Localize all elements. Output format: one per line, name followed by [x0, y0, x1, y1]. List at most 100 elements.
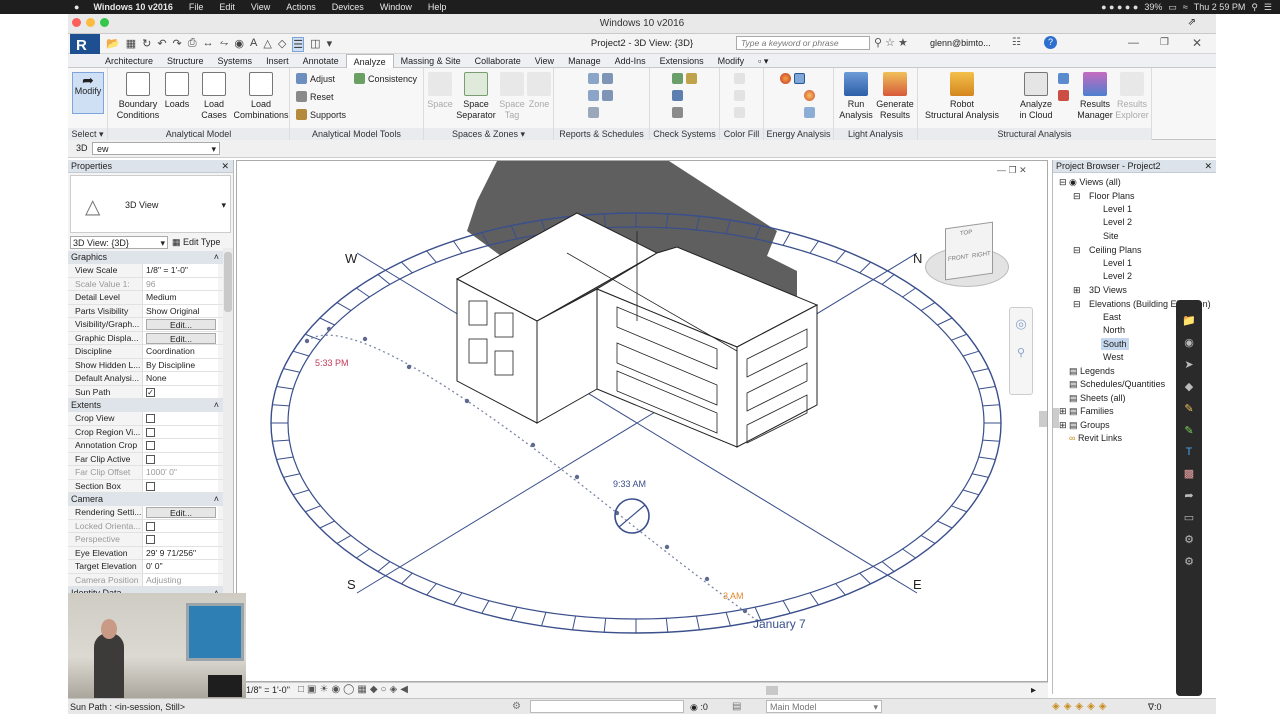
- battery-percent[interactable]: 39%: [1144, 2, 1162, 12]
- ceiling-plans-node[interactable]: Ceiling Plans: [1089, 244, 1142, 256]
- elevation-east[interactable]: East: [1103, 311, 1121, 323]
- group-graphics[interactable]: Graphics ˄: [68, 251, 233, 264]
- viewcube[interactable]: TOP FRONT RIGHT: [923, 221, 1013, 293]
- camera-tool-icon[interactable]: ◉: [1184, 336, 1194, 349]
- canvas-vertical-scroll[interactable]: [1039, 411, 1047, 427]
- wifi-icon[interactable]: ≈: [1183, 2, 1188, 12]
- arrow-tool-icon[interactable]: ➤: [1184, 358, 1193, 371]
- view-control-icons[interactable]: □▣☀◉◯▦◆○◈◀: [298, 684, 411, 695]
- restore-icon[interactable]: ❐: [1160, 37, 1169, 48]
- generate-results-button[interactable]: Generate Results: [874, 72, 916, 121]
- property-value[interactable]: None: [142, 372, 218, 385]
- menu-list-icon[interactable]: ☰: [1264, 2, 1272, 13]
- tab-systems[interactable]: Systems: [211, 54, 260, 68]
- reports-tool-1[interactable]: [588, 73, 613, 84]
- edit-type-button[interactable]: ▦ Edit Type: [172, 236, 220, 248]
- floor-plans-node[interactable]: Floor Plans: [1089, 190, 1135, 202]
- selection-filter-icons[interactable]: ◈◈◈◈◈: [1052, 701, 1110, 712]
- property-value-cell[interactable]: ✓: [142, 385, 218, 398]
- viewcube-front[interactable]: FRONT: [948, 254, 969, 263]
- schedules-node[interactable]: ▤ Schedules/Quantities: [1069, 378, 1165, 390]
- search-input[interactable]: Type a keyword or phrase: [736, 36, 870, 50]
- property-checkbox[interactable]: [146, 535, 155, 544]
- robot-structural-button[interactable]: Robot Structural Analysis: [922, 72, 1002, 121]
- steering-wheel-icon[interactable]: ◎: [1010, 316, 1032, 332]
- close-icon[interactable]: ✕: [1192, 36, 1202, 50]
- results-manager-button[interactable]: Results Manager: [1076, 72, 1114, 121]
- modify-button[interactable]: ➦ Modify: [72, 72, 104, 114]
- property-value-cell[interactable]: [142, 412, 218, 425]
- property-value[interactable]: Show Original: [142, 304, 218, 317]
- status-icons[interactable]: ● ● ● ● ●: [1101, 2, 1138, 12]
- tab-analyze[interactable]: Analyze: [345, 53, 394, 68]
- design-option-dropdown[interactable]: Main Model ▾: [766, 700, 882, 713]
- shape-tool-icon[interactable]: ◆: [1185, 380, 1193, 393]
- property-value[interactable]: Medium: [142, 291, 218, 304]
- property-edit-button[interactable]: Edit...: [146, 319, 216, 330]
- folder-tool-icon[interactable]: 📁: [1182, 314, 1196, 327]
- structural-tool-1[interactable]: [1058, 73, 1069, 84]
- structural-tool-2[interactable]: [1058, 90, 1069, 101]
- sheets-node[interactable]: ▤ Sheets (all): [1069, 392, 1126, 404]
- menu-devices[interactable]: Devices: [324, 2, 372, 12]
- tab-manage[interactable]: Manage: [561, 54, 608, 68]
- property-value-cell[interactable]: Edit...: [142, 318, 218, 331]
- supports-button[interactable]: Supports: [296, 109, 346, 120]
- pointer-tool-icon[interactable]: ➦: [1184, 489, 1193, 502]
- exchange-icon[interactable]: ☷: [1012, 37, 1021, 48]
- reports-tool-2[interactable]: [588, 90, 613, 101]
- property-checkbox[interactable]: [146, 414, 155, 423]
- viewcube-top[interactable]: TOP: [960, 230, 972, 238]
- property-checkbox[interactable]: ✓: [146, 387, 155, 397]
- run-analysis-button[interactable]: Run Analysis: [838, 72, 874, 121]
- menu-app[interactable]: Windows 10 v2016: [85, 2, 180, 12]
- results-explorer-button[interactable]: Results Explorer: [1114, 72, 1150, 121]
- property-value-cell[interactable]: [142, 479, 218, 492]
- collapse-icon[interactable]: ˄: [214, 399, 219, 412]
- close-icon[interactable]: ✕: [1204, 160, 1216, 173]
- tab-massing-site[interactable]: Massing & Site: [394, 54, 468, 68]
- floor-level-1[interactable]: Level 1: [1103, 203, 1132, 215]
- eraser-tool-icon[interactable]: ▩: [1184, 467, 1194, 480]
- floor-level-2[interactable]: Level 2: [1103, 216, 1132, 228]
- tab-architecture[interactable]: Architecture: [98, 54, 160, 68]
- check-tool-3[interactable]: [672, 107, 683, 118]
- revit-links-node[interactable]: ∞ Revit Links: [1069, 432, 1122, 444]
- property-checkbox[interactable]: [146, 521, 155, 531]
- energy-tool-3[interactable]: [804, 107, 815, 118]
- boundary-conditions-button[interactable]: Boundary Conditions: [114, 72, 162, 121]
- property-value[interactable]: 1/8" = 1'-0": [142, 264, 218, 277]
- apple-icon[interactable]: ●: [0, 2, 85, 12]
- property-checkbox[interactable]: [146, 427, 155, 437]
- ceiling-level-1[interactable]: Level 1: [1103, 257, 1132, 269]
- tab-extensions[interactable]: Extensions: [653, 54, 711, 68]
- property-value[interactable]: 29' 9 71/256": [142, 546, 218, 559]
- ribbon-minimize-icon[interactable]: ▫ ▾: [751, 54, 775, 68]
- date-label[interactable]: January 7: [753, 617, 806, 631]
- color-fill-tool-3[interactable]: [734, 107, 745, 118]
- tree-toggle-3d[interactable]: ⊞: [1073, 284, 1081, 296]
- property-value-cell[interactable]: [142, 452, 218, 465]
- property-checkbox[interactable]: [146, 454, 155, 464]
- view-scale[interactable]: 1/8" = 1'-0": [246, 685, 290, 695]
- analyze-cloud-button[interactable]: Analyze in Cloud: [1014, 72, 1058, 121]
- property-value-cell[interactable]: Edit...: [142, 331, 218, 344]
- tab-modify[interactable]: Modify: [711, 54, 752, 68]
- floor-site[interactable]: Site: [1103, 230, 1119, 242]
- consistency-button[interactable]: Consistency: [354, 73, 417, 84]
- elevation-south[interactable]: South: [1101, 338, 1129, 350]
- color-fill-tool-1[interactable]: [734, 73, 745, 84]
- families-node[interactable]: ⊞ ▤ Families: [1059, 405, 1114, 417]
- tab-collaborate[interactable]: Collaborate: [468, 54, 528, 68]
- rectangle-tool-icon[interactable]: ▭: [1184, 511, 1194, 524]
- type-selector[interactable]: △ 3D View ▾: [70, 175, 231, 233]
- tab-insert[interactable]: Insert: [259, 54, 296, 68]
- tab-structure[interactable]: Structure: [160, 54, 211, 68]
- highlighter-tool-icon[interactable]: ✎: [1184, 424, 1193, 437]
- zoom-icon[interactable]: ⚲: [1010, 346, 1032, 359]
- views-node[interactable]: ◉ Views (all): [1069, 176, 1121, 188]
- battery-icon[interactable]: ▭: [1168, 2, 1177, 13]
- space-separator-button[interactable]: Space Separator: [454, 72, 498, 121]
- search-icon[interactable]: ⚲: [1251, 2, 1258, 13]
- infocenter-icons[interactable]: ⚲ ☆ ★: [874, 36, 908, 49]
